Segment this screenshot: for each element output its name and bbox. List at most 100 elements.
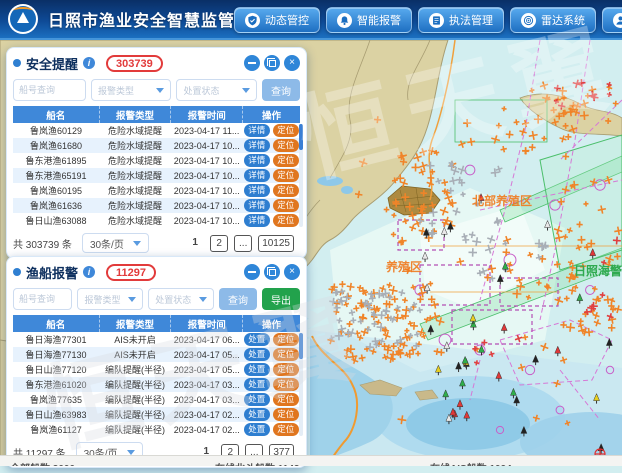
detail-button[interactable]: 详情 (244, 169, 270, 182)
handle-button[interactable]: 处置 (244, 423, 270, 436)
nav-menu: 动态管控 智能报警执法管理雷达系统海岸监控 (234, 7, 622, 33)
restore-button[interactable] (264, 55, 280, 71)
locate-button[interactable]: 定位 (273, 423, 299, 436)
locate-button[interactable]: 定位 (273, 154, 299, 167)
chevron-down-icon (127, 450, 135, 455)
scrollbar-thumb[interactable] (299, 124, 303, 150)
locate-button[interactable]: 定位 (273, 169, 299, 182)
search-button[interactable]: 查询 (262, 79, 300, 101)
detail-button[interactable]: 详情 (244, 124, 270, 137)
column-header: 报警时间 (171, 315, 243, 332)
cell-ship-name: 鲁东港渔65191 (13, 168, 99, 183)
table-scrollbar[interactable] (299, 333, 303, 436)
handle-status-select[interactable]: 处置状态 (176, 79, 257, 101)
table-row: 鲁岚渔60195危险水域提醒2023-04-17 10...详情定位 (13, 183, 300, 198)
page-ellipsis[interactable]: ... (234, 235, 252, 252)
locate-button[interactable]: 定位 (273, 124, 299, 137)
nav-item-1[interactable]: 动态管控 (234, 7, 320, 33)
ship-number-search-input[interactable] (13, 79, 86, 101)
scrollbar-thumb[interactable] (299, 333, 303, 359)
handle-button[interactable]: 处置 (244, 378, 270, 391)
locate-button[interactable]: 定位 (273, 199, 299, 212)
detail-button[interactable]: 详情 (244, 139, 270, 152)
handle-status-select[interactable]: 处置状态 (148, 288, 214, 310)
chevron-down-icon (156, 88, 164, 93)
cell-alarm-time: 2023-04-17 03... (171, 392, 243, 407)
info-icon[interactable]: i (83, 266, 95, 278)
law-doc-icon (429, 13, 444, 28)
cell-actions: 处置定位 (243, 347, 300, 362)
column-header: 船名 (13, 315, 99, 332)
locate-button[interactable]: 定位 (273, 408, 299, 421)
handle-button[interactable]: 处置 (244, 363, 270, 376)
page-button[interactable]: 2 (210, 235, 228, 252)
detail-button[interactable]: 详情 (244, 154, 270, 167)
locate-button[interactable]: 定位 (273, 378, 299, 391)
cell-ship-name: 鲁日山渔63983 (13, 407, 99, 422)
locate-button[interactable]: 定位 (273, 333, 299, 346)
cell-alarm-type: 危险水域提醒 (99, 153, 171, 168)
alarm-count-badge: 303739 (106, 55, 163, 72)
restore-button[interactable] (264, 264, 280, 280)
nav-item-2[interactable]: 智能报警 (326, 7, 412, 33)
cell-alarm-type: 危险水域提醒 (99, 168, 171, 183)
column-header: 报警类型 (99, 315, 171, 332)
nav-item-label: 动态管控 (265, 12, 309, 28)
table-row: 鲁岚渔61636危险水域提醒2023-04-17 10...详情定位 (13, 198, 300, 213)
handle-button[interactable]: 处置 (244, 393, 270, 406)
alarm-type-select[interactable]: 报警类型 (77, 288, 143, 310)
table-row: 鲁岚渔61127编队提醒(半径)2023-04-17 02...处置定位 (13, 422, 300, 437)
detail-button[interactable]: 详情 (244, 184, 270, 197)
shield-check-icon (245, 13, 260, 28)
cell-ship-name: 鲁岚渔61127 (13, 422, 99, 437)
cell-ship-name: 鲁日海渔77130 (13, 347, 99, 362)
panel-title: 渔船报警 (26, 263, 78, 282)
top-navbar: 日照市渔业安全智慧监管系统 动态管控智能报警执法管理雷达系统海岸监控 (0, 0, 622, 40)
panel-dot-icon (13, 59, 21, 67)
cell-alarm-type: AIS未开启 (99, 332, 171, 347)
locate-button[interactable]: 定位 (273, 348, 299, 361)
detail-button[interactable]: 详情 (244, 214, 270, 227)
close-button[interactable]: × (284, 55, 300, 71)
nav-item-4[interactable]: 雷达系统 (510, 7, 596, 33)
cell-alarm-time: 2023-04-17 02... (171, 422, 243, 437)
ship-number-search-input[interactable] (13, 288, 72, 310)
info-icon[interactable]: i (83, 57, 95, 69)
cell-ship-name: 鲁岚渔60195 (13, 183, 99, 198)
cell-actions: 处置定位 (243, 377, 300, 392)
nav-item-5[interactable]: 海岸监控 (602, 7, 622, 33)
cell-ship-name: 鲁日山渔63088 (13, 213, 99, 228)
nav-item-3[interactable]: 执法管理 (418, 7, 504, 33)
handle-status-select-value: 处置状态 (183, 84, 219, 97)
chevron-down-icon (133, 241, 141, 246)
window-controls: × (244, 55, 300, 71)
cell-alarm-time: 2023-04-17 03... (171, 377, 243, 392)
table-body: 鲁日海渔77301AIS未开启2023-04-17 06...处置定位鲁日海渔7… (13, 332, 300, 437)
locate-button[interactable]: 定位 (273, 184, 299, 197)
minimize-button[interactable] (244, 55, 260, 71)
locate-button[interactable]: 定位 (273, 214, 299, 227)
chevron-down-icon (128, 297, 136, 302)
filter-row: 报警类型处置状态 查询 (13, 79, 300, 101)
alarm-type-select[interactable]: 报警类型 (91, 79, 172, 101)
handle-button[interactable]: 处置 (244, 408, 270, 421)
handle-button[interactable]: 处置 (244, 333, 270, 346)
detail-button[interactable]: 详情 (244, 199, 270, 212)
minimize-button[interactable] (244, 264, 260, 280)
close-button[interactable]: × (284, 264, 300, 280)
locate-button[interactable]: 定位 (273, 363, 299, 376)
alarm-bell-icon (337, 13, 352, 28)
page-size-select[interactable]: 30条/页 (82, 233, 149, 253)
table-body: 鲁岚渔60129危险水域提醒2023-04-17 11...详情定位鲁岚渔616… (13, 123, 300, 228)
handle-button[interactable]: 处置 (244, 348, 270, 361)
search-button[interactable]: 查询 (219, 288, 257, 310)
locate-button[interactable]: 定位 (273, 393, 299, 406)
locate-button[interactable]: 定位 (273, 139, 299, 152)
restore-icon (269, 60, 276, 67)
export-button[interactable]: 导出 (262, 288, 300, 310)
column-header: 操作 (243, 315, 300, 332)
page-button[interactable]: 10125 (258, 235, 294, 252)
table-scrollbar[interactable] (299, 124, 303, 227)
cell-ship-name: 鲁东港渔61895 (13, 153, 99, 168)
cell-actions: 详情定位 (243, 213, 300, 228)
